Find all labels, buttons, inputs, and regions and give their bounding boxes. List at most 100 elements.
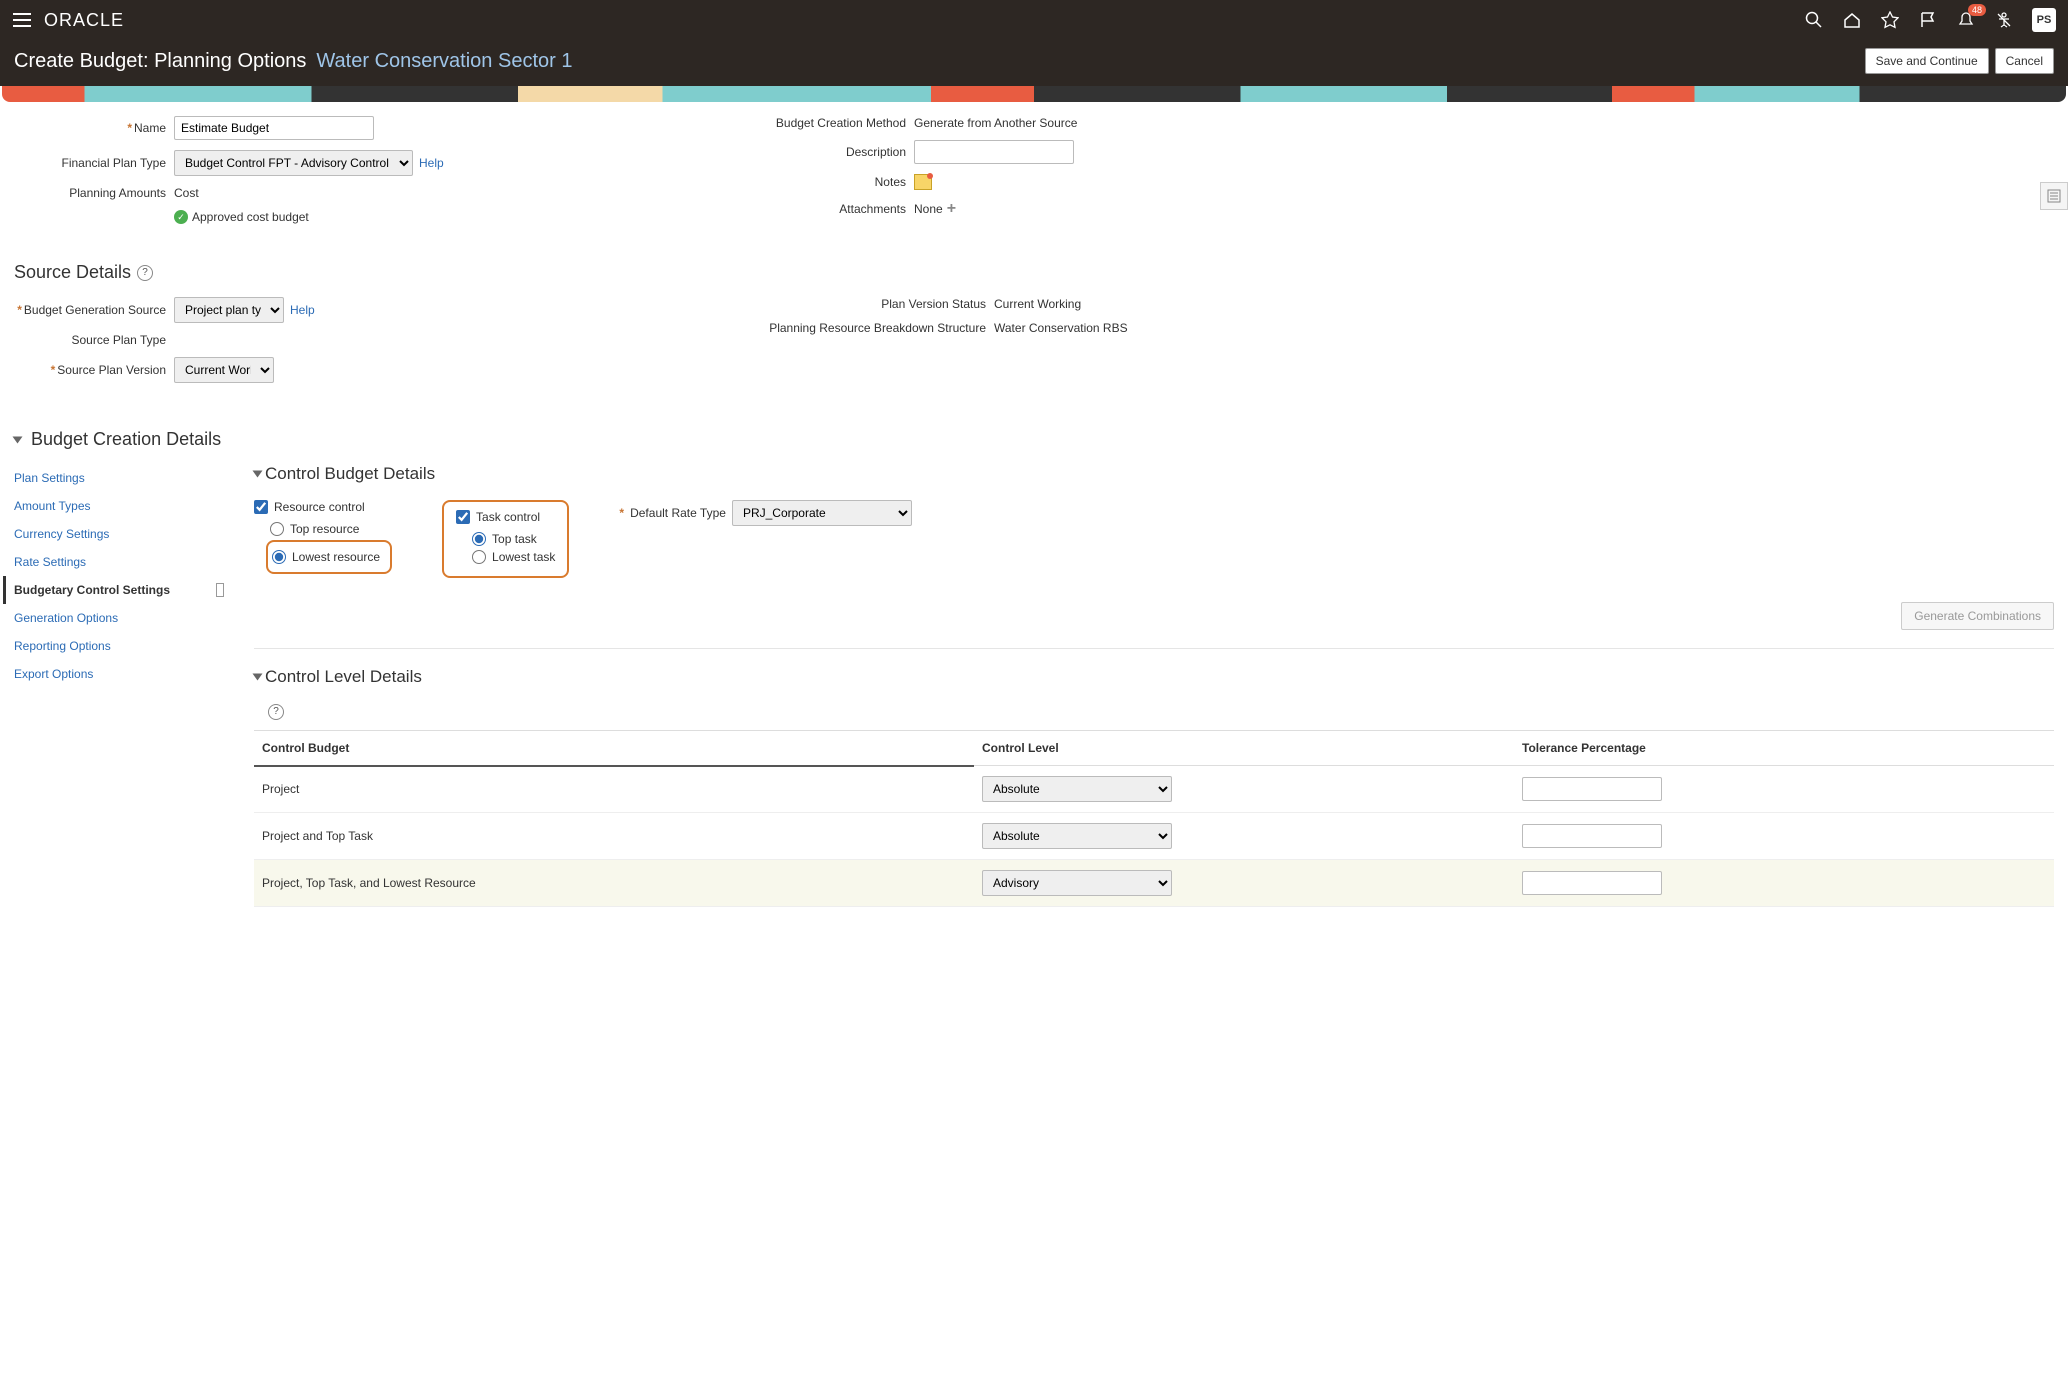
- label-prbs: Planning Resource Breakdown Structure: [769, 321, 986, 335]
- row-name: Project and Top Task: [254, 813, 974, 860]
- source-plan-version-select[interactable]: Current Working: [174, 357, 274, 383]
- bgs-help-link[interactable]: Help: [290, 303, 315, 317]
- label-spt: Source Plan Type: [71, 333, 166, 347]
- task-control-checkbox-label[interactable]: Task control: [456, 510, 555, 524]
- resource-control-group: Resource control Top resource Lowest res…: [254, 500, 392, 574]
- resource-control-checkbox[interactable]: [254, 500, 268, 514]
- flag-icon[interactable]: [1918, 10, 1938, 30]
- star-icon[interactable]: [1880, 10, 1900, 30]
- planning-amounts-value: Cost: [174, 186, 199, 200]
- approved-cost-budget-text: Approved cost budget: [192, 210, 309, 224]
- top-resource-radio[interactable]: [270, 522, 284, 536]
- lowest-resource-radio[interactable]: [272, 550, 286, 564]
- nav-currency-settings[interactable]: Currency Settings: [14, 520, 214, 548]
- divider: [254, 648, 2054, 649]
- nav-plan-settings[interactable]: Plan Settings: [14, 464, 214, 492]
- resource-control-checkbox-label[interactable]: Resource control: [254, 500, 392, 514]
- financial-plan-type-select[interactable]: Budget Control FPT - Advisory Control: [174, 150, 413, 176]
- add-attachment-icon[interactable]: +: [947, 200, 956, 218]
- side-panel-toggle[interactable]: [2040, 182, 2068, 210]
- nav-budgetary-control-settings[interactable]: Budgetary Control Settings: [3, 576, 214, 604]
- generate-combinations-button[interactable]: Generate Combinations: [1901, 602, 2054, 630]
- nav-amount-types[interactable]: Amount Types: [14, 492, 214, 520]
- page-title: Create Budget: Planning Options: [14, 50, 306, 73]
- task-control-highlight: Task control Top task Lowest task: [442, 500, 569, 578]
- settings-nav: Plan Settings Amount Types Currency Sett…: [14, 464, 214, 907]
- control-level-details-heading: Control Level Details: [254, 667, 2054, 687]
- collapse-icon[interactable]: [253, 471, 263, 478]
- col-control-budget: Control Budget: [254, 730, 974, 766]
- top-resource-radio-label[interactable]: Top resource: [270, 522, 392, 536]
- table-row: Project, Top Task, and Lowest Resource A…: [254, 860, 2054, 907]
- description-input[interactable]: [914, 140, 1074, 164]
- label-planning-amounts: Planning Amounts: [69, 186, 166, 200]
- label-pvs: Plan Version Status: [881, 297, 986, 311]
- cancel-button[interactable]: Cancel: [1995, 48, 2054, 74]
- lowest-resource-highlight: Lowest resource: [266, 540, 392, 574]
- bell-icon[interactable]: 48: [1956, 10, 1976, 30]
- lowest-resource-radio-label[interactable]: Lowest resource: [272, 550, 380, 564]
- page-header: Create Budget: Planning Options Water Co…: [0, 40, 2068, 86]
- save-continue-button[interactable]: Save and Continue: [1865, 48, 1989, 74]
- label-fpt: Financial Plan Type: [61, 156, 166, 170]
- check-icon: ✓: [174, 210, 188, 224]
- top-task-radio[interactable]: [472, 532, 486, 546]
- tolerance-input[interactable]: [1522, 777, 1662, 801]
- decorative-banner: [2, 86, 2066, 102]
- budget-creation-details-heading: Budget Creation Details: [14, 429, 2054, 450]
- attachments-value: None: [914, 202, 943, 216]
- user-avatar[interactable]: PS: [2032, 8, 2056, 32]
- label-bcm: Budget Creation Method: [776, 116, 906, 130]
- task-control-group: Task control Top task Lowest task: [456, 510, 555, 564]
- collapse-icon[interactable]: [13, 436, 23, 443]
- label-bgs: Budget Generation Source: [24, 303, 166, 317]
- help-icon[interactable]: ?: [137, 265, 153, 281]
- page-subtitle: Water Conservation Sector 1: [316, 50, 572, 73]
- tolerance-input[interactable]: [1522, 824, 1662, 848]
- collapse-icon[interactable]: [253, 674, 263, 681]
- nav-export-options[interactable]: Export Options: [14, 660, 214, 688]
- lowest-task-radio-label[interactable]: Lowest task: [472, 550, 555, 564]
- fpt-help-link[interactable]: Help: [419, 156, 444, 170]
- col-control-level: Control Level: [974, 730, 1514, 766]
- col-tolerance: Tolerance Percentage: [1514, 730, 2054, 766]
- top-task-radio-label[interactable]: Top task: [472, 532, 555, 546]
- hamburger-icon[interactable]: [12, 10, 32, 30]
- label-name: Name: [134, 121, 166, 135]
- accessibility-icon[interactable]: [1994, 10, 2014, 30]
- help-icon[interactable]: ?: [268, 704, 284, 720]
- nav-rate-settings[interactable]: Rate Settings: [14, 548, 214, 576]
- table-row: Project Absolute: [254, 766, 2054, 813]
- home-icon[interactable]: [1842, 10, 1862, 30]
- control-budget-details-heading: Control Budget Details: [254, 464, 2054, 484]
- default-rate-type-select[interactable]: PRJ_Corporate: [732, 500, 912, 526]
- task-control-checkbox[interactable]: [456, 510, 470, 524]
- notes-icon[interactable]: [914, 174, 932, 190]
- global-header: ORACLE 48 PS: [0, 0, 2068, 40]
- prbs-value: Water Conservation RBS: [994, 321, 1128, 335]
- pvs-value: Current Working: [994, 297, 1081, 311]
- label-notes: Notes: [875, 175, 906, 189]
- nav-generation-options[interactable]: Generation Options: [14, 604, 214, 632]
- nav-reporting-options[interactable]: Reporting Options: [14, 632, 214, 660]
- table-row: Project and Top Task Absolute: [254, 813, 2054, 860]
- label-default-rate-type: Default Rate Type: [630, 506, 726, 520]
- search-icon[interactable]: [1804, 10, 1824, 30]
- bcm-value: Generate from Another Source: [914, 116, 1077, 130]
- label-attachments: Attachments: [839, 202, 906, 216]
- lowest-task-radio[interactable]: [472, 550, 486, 564]
- tolerance-input[interactable]: [1522, 871, 1662, 895]
- control-level-table: Control Budget Control Level Tolerance P…: [254, 730, 2054, 908]
- name-input[interactable]: [174, 116, 374, 140]
- control-level-select[interactable]: Advisory: [982, 870, 1172, 896]
- row-name: Project, Top Task, and Lowest Resource: [254, 860, 974, 907]
- budget-generation-source-select[interactable]: Project plan type: [174, 297, 284, 323]
- row-name: Project: [254, 766, 974, 813]
- brand-logo: ORACLE: [44, 10, 124, 31]
- source-details-heading: Source Details ?: [14, 262, 2054, 283]
- notification-badge: 48: [1968, 4, 1986, 16]
- control-level-select[interactable]: Absolute: [982, 823, 1172, 849]
- control-level-select[interactable]: Absolute: [982, 776, 1172, 802]
- label-spv: Source Plan Version: [57, 363, 166, 377]
- label-description: Description: [846, 145, 906, 159]
